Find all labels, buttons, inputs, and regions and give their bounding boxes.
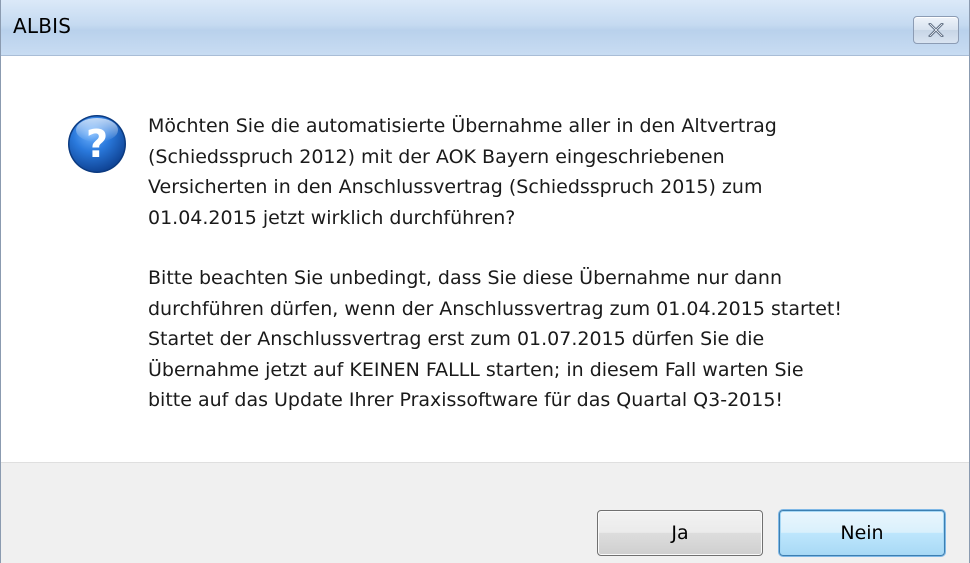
- yes-button[interactable]: Ja: [597, 510, 763, 556]
- close-button[interactable]: [913, 16, 959, 44]
- close-icon: [928, 23, 944, 37]
- button-bar: Ja Nein: [1, 462, 969, 563]
- svg-text:?: ?: [86, 122, 108, 166]
- dialog-content: ? Möchten Sie die automatisierte Übernah…: [1, 57, 969, 462]
- no-button-label: Nein: [840, 522, 884, 544]
- question-icon: ?: [68, 115, 126, 173]
- message-paragraph-warning: Bitte beachten Sie unbedingt, dass Sie d…: [148, 267, 842, 411]
- message-paragraph-confirm: Möchten Sie die automatisierte Übernahme…: [148, 115, 777, 229]
- dialog-window: ALBIS ? Möchten Sie die automatisierte Ü…: [0, 0, 970, 563]
- window-title: ALBIS: [13, 14, 72, 38]
- yes-button-label: Ja: [671, 522, 689, 544]
- title-bar[interactable]: ALBIS: [1, 0, 969, 56]
- dialog-message: Möchten Sie die automatisierte Übernahme…: [148, 111, 948, 416]
- no-button[interactable]: Nein: [779, 510, 945, 556]
